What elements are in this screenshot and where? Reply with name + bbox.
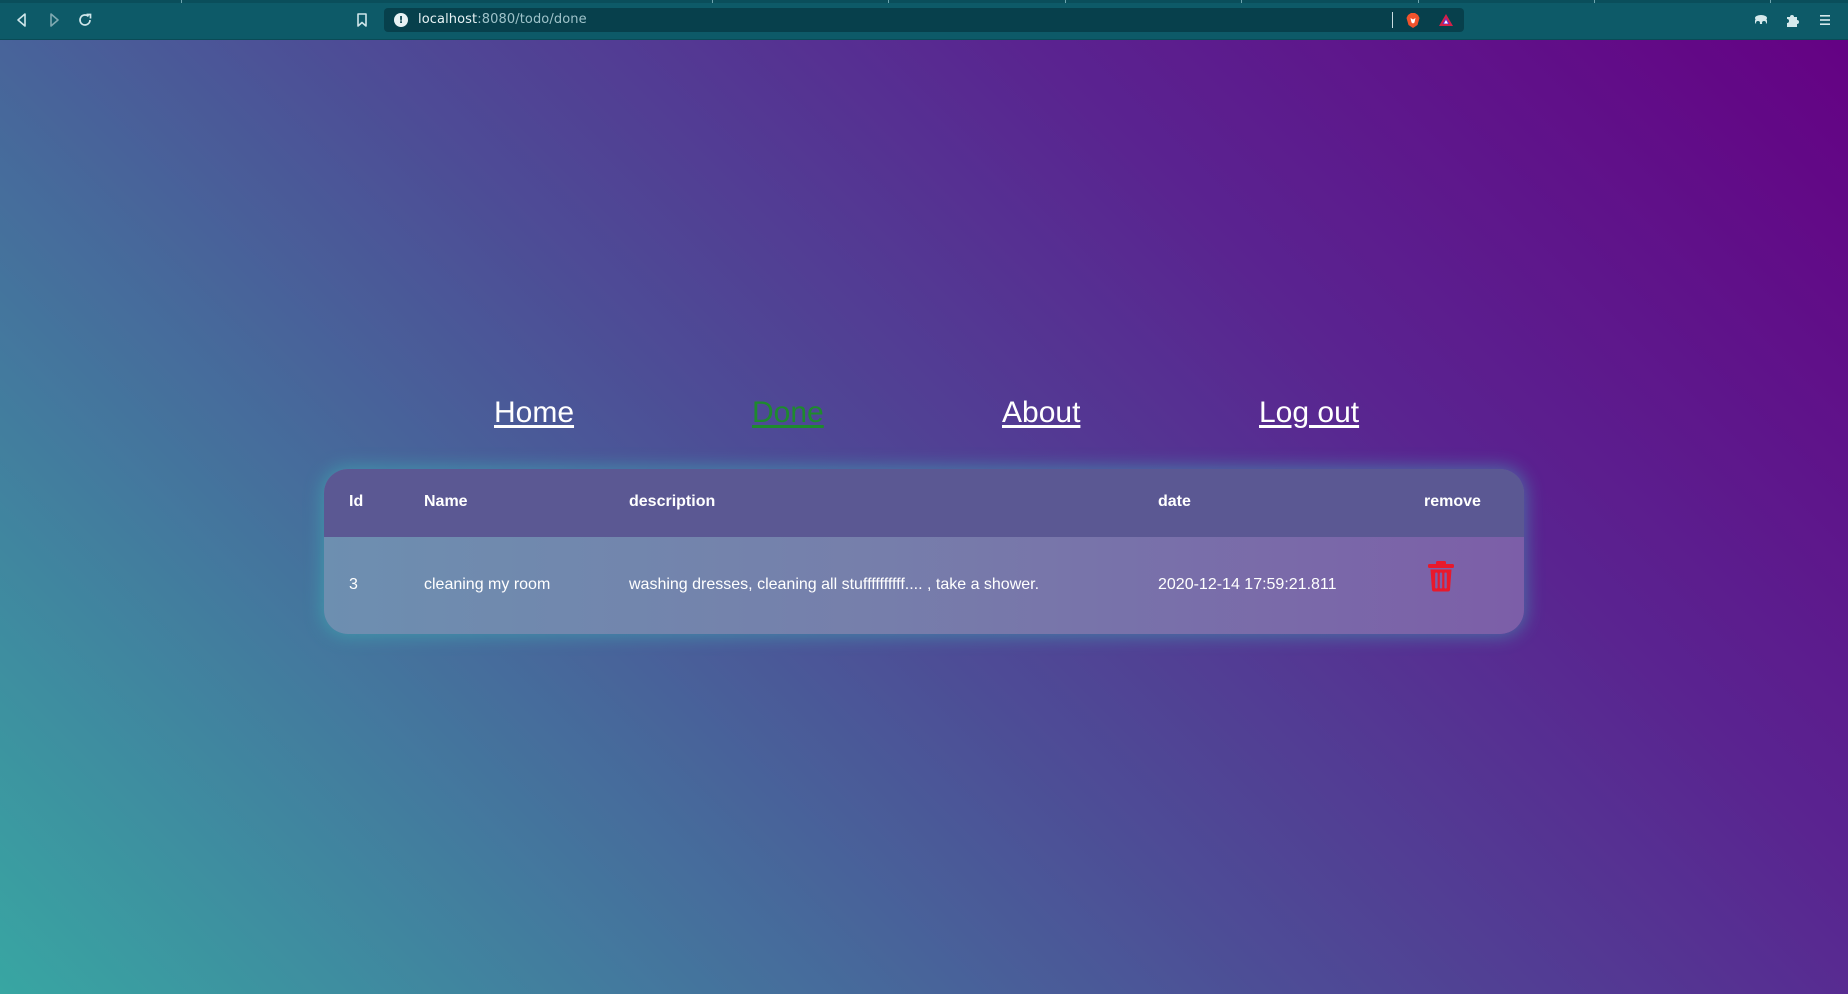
cell-description: washing dresses, cleaning all stufffffff…	[629, 576, 1040, 593]
main-nav: Home Done About Log out	[0, 396, 1848, 436]
tab-separator	[1770, 0, 1771, 3]
url-divider	[1392, 12, 1393, 28]
reload-icon[interactable]	[74, 9, 96, 31]
nav-link-about[interactable]: About	[1002, 396, 1080, 430]
address-bar[interactable]: ! localhost:8080/todo/done	[384, 8, 1464, 32]
column-header-date: date	[1158, 493, 1191, 510]
url-text[interactable]: localhost:8080/todo/done	[418, 12, 587, 27]
tab-separator	[712, 0, 713, 3]
browser-toolbar: ! localhost:8080/todo/done	[0, 0, 1848, 40]
extensions-icon[interactable]	[1784, 11, 1802, 29]
trash-icon[interactable]	[1427, 560, 1455, 592]
tab-separator	[1065, 0, 1066, 3]
tab-separator	[181, 0, 182, 3]
table-header: Id Name description date remove	[324, 469, 1524, 537]
brave-shield-icon[interactable]	[1405, 12, 1421, 29]
forward-icon[interactable]	[43, 9, 65, 31]
brave-rewards-icon[interactable]	[1438, 13, 1454, 27]
column-header-description: description	[629, 493, 716, 510]
menu-icon[interactable]	[1816, 11, 1834, 29]
url-host: localhost	[418, 12, 478, 27]
cell-id: 3	[349, 576, 358, 593]
nav-link-home[interactable]: Home	[494, 396, 574, 430]
url-path: :8080/todo/done	[477, 12, 587, 27]
bookmark-icon[interactable]	[351, 9, 373, 31]
info-icon[interactable]: !	[394, 13, 408, 27]
vpn-icon[interactable]	[1752, 11, 1770, 29]
tab-separator	[1418, 0, 1419, 3]
tab-separator	[1241, 0, 1242, 3]
cell-date: 2020-12-14 17:59:21.811	[1158, 576, 1337, 593]
back-icon[interactable]	[11, 9, 33, 31]
column-header-remove: remove	[1424, 493, 1481, 510]
tab-separator	[888, 0, 889, 3]
tab-separator	[1594, 0, 1595, 3]
nav-link-done[interactable]: Done	[752, 396, 824, 430]
column-header-name: Name	[424, 493, 468, 510]
column-header-id: Id	[349, 493, 364, 510]
tab-strip	[0, 0, 1848, 3]
cell-name: cleaning my room	[424, 576, 551, 593]
done-todos-table: Id Name description date remove 3 cleani…	[324, 469, 1524, 634]
nav-link-logout[interactable]: Log out	[1259, 396, 1359, 430]
